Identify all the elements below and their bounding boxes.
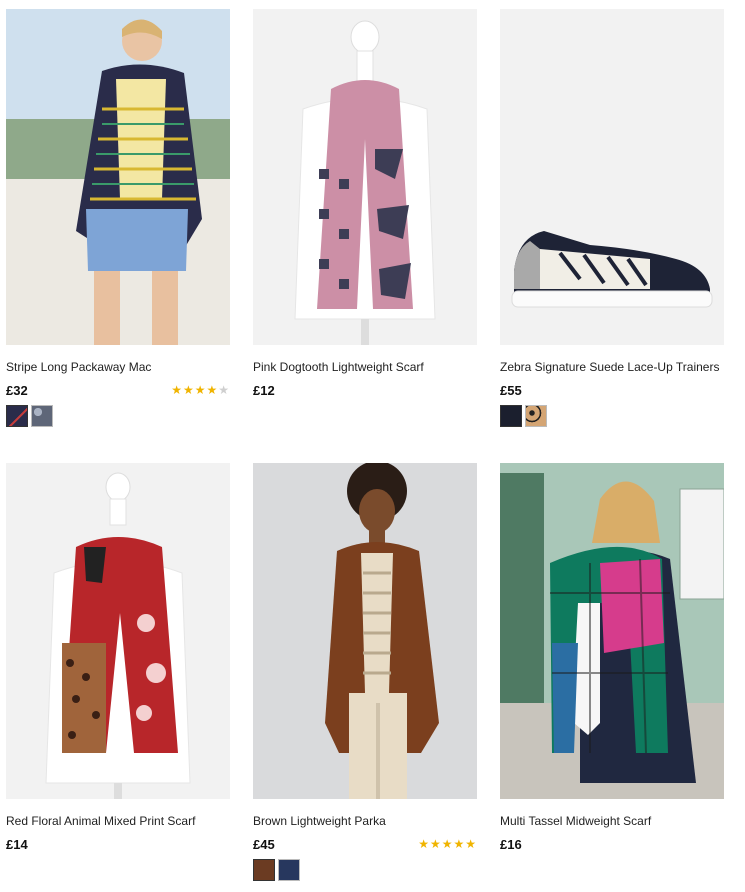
product-photo-pink-scarf — [253, 9, 477, 345]
colour-swatch[interactable] — [525, 405, 547, 427]
price-row: £16 — [500, 835, 724, 853]
star-icon: ★ — [218, 383, 230, 397]
product-image[interactable] — [6, 463, 230, 799]
product-price: £45 — [253, 836, 275, 852]
product-image[interactable] — [253, 9, 477, 345]
product-photo-zebra-trainers — [500, 9, 724, 345]
colour-swatch[interactable] — [253, 859, 275, 881]
price-row: £45 ★★★★★ — [253, 835, 477, 853]
star-icon: ★★★★ — [171, 383, 219, 397]
product-title[interactable]: Multi Tassel Midweight Scarf — [500, 813, 724, 829]
price-row: £14 — [6, 835, 230, 853]
product-image[interactable] — [253, 463, 477, 799]
product-card[interactable]: Zebra Signature Suede Lace-Up Trainers £… — [500, 9, 724, 427]
product-card[interactable]: Pink Dogtooth Lightweight Scarf £12 — [253, 9, 477, 427]
product-photo-stripe-mac — [6, 9, 230, 345]
rating-stars: ★★★★★ — [171, 384, 230, 396]
colour-swatches — [253, 405, 477, 427]
colour-swatch[interactable] — [500, 405, 522, 427]
colour-swatches — [500, 859, 724, 881]
colour-swatches — [6, 859, 230, 881]
product-photo-brown-parka — [253, 463, 477, 799]
product-price: £12 — [253, 382, 275, 398]
product-image[interactable] — [500, 463, 724, 799]
product-image[interactable] — [6, 9, 230, 345]
product-photo-red-floral-scarf — [6, 463, 230, 799]
colour-swatches — [6, 405, 230, 427]
product-price: £55 — [500, 382, 522, 398]
product-price: £16 — [500, 836, 522, 852]
product-title[interactable]: Pink Dogtooth Lightweight Scarf — [253, 359, 477, 375]
product-grid: Stripe Long Packaway Mac £32 ★★★★★ Pink … — [0, 0, 745, 892]
product-card[interactable]: Red Floral Animal Mixed Print Scarf £14 — [6, 463, 230, 881]
colour-swatches — [500, 405, 724, 427]
price-row: £32 ★★★★★ — [6, 381, 230, 399]
product-price: £14 — [6, 836, 28, 852]
price-row: £12 — [253, 381, 477, 399]
product-image[interactable] — [500, 9, 724, 345]
colour-swatch[interactable] — [31, 405, 53, 427]
rating-stars: ★★★★★ — [418, 837, 477, 851]
product-title[interactable]: Zebra Signature Suede Lace-Up Trainers — [500, 359, 724, 375]
product-price: £32 — [6, 382, 28, 398]
colour-swatch[interactable] — [6, 405, 28, 427]
product-photo-multi-tassel-scarf — [500, 463, 724, 799]
product-card[interactable]: Stripe Long Packaway Mac £32 ★★★★★ — [6, 9, 230, 427]
colour-swatch[interactable] — [278, 859, 300, 881]
product-card[interactable]: Brown Lightweight Parka £45 ★★★★★ — [253, 463, 477, 881]
product-title[interactable]: Brown Lightweight Parka — [253, 813, 477, 829]
colour-swatches — [253, 859, 477, 881]
product-card[interactable]: Multi Tassel Midweight Scarf £16 — [500, 463, 724, 881]
product-title[interactable]: Red Floral Animal Mixed Print Scarf — [6, 813, 230, 829]
product-title[interactable]: Stripe Long Packaway Mac — [6, 359, 230, 375]
price-row: £55 — [500, 381, 724, 399]
